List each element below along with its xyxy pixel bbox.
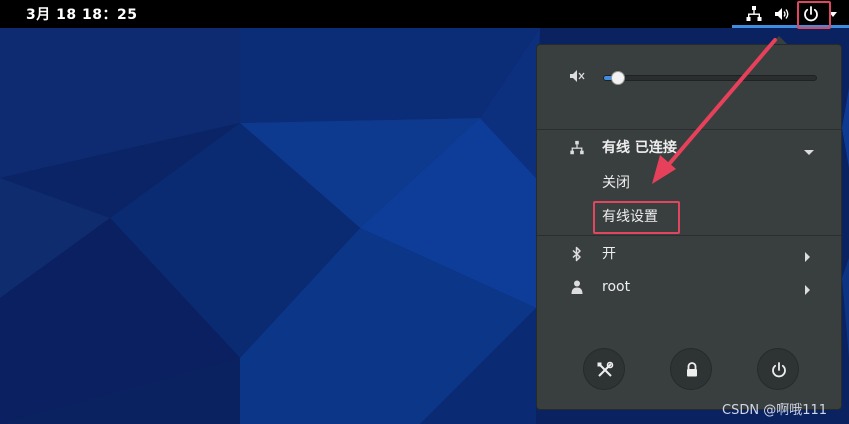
system-menu: 有线 已连接 关闭 有线设置 开 root	[536, 44, 842, 410]
volume-icon[interactable]	[773, 5, 791, 23]
network-status-label: 有线 已连接	[602, 140, 677, 156]
power-icon	[772, 362, 786, 378]
bluetooth-status-label: 开	[602, 246, 616, 262]
network-turn-off-item[interactable]: 关闭	[537, 168, 841, 198]
user-icon	[569, 279, 585, 295]
volume-slider-knob[interactable]	[611, 71, 625, 85]
chevron-down-icon[interactable]	[803, 143, 815, 162]
clock[interactable]: 3月 18 18：25	[26, 0, 137, 28]
chevron-right-icon[interactable]	[803, 281, 811, 300]
separator	[537, 129, 841, 130]
wired-settings-item[interactable]: 有线设置	[537, 202, 841, 232]
lock-icon	[687, 362, 697, 377]
menu-item-label: 关闭	[602, 175, 630, 191]
top-bar: 3月 18 18：25	[0, 0, 849, 29]
wired-settings-highlight-box	[593, 201, 680, 234]
network-wired-icon	[569, 140, 585, 156]
separator	[537, 235, 841, 236]
watermark: CSDN @啊哦111	[722, 403, 828, 418]
power-highlight-box	[797, 1, 831, 29]
network-wired-icon[interactable]	[745, 5, 763, 23]
user-row[interactable]: root	[537, 272, 841, 302]
bluetooth-row[interactable]: 开	[537, 239, 841, 269]
lock-button[interactable]	[670, 348, 712, 390]
network-row[interactable]: 有线 已连接	[537, 133, 841, 163]
volume-muted-icon[interactable]	[569, 68, 585, 84]
power-off-button[interactable]	[757, 348, 799, 390]
bluetooth-icon	[569, 246, 585, 262]
tray-active-indicator	[732, 25, 849, 28]
settings-button[interactable]	[583, 348, 625, 390]
settings-icon	[597, 361, 614, 377]
user-name-label: root	[602, 279, 631, 295]
chevron-right-icon[interactable]	[803, 248, 811, 267]
volume-slider[interactable]	[603, 71, 817, 85]
